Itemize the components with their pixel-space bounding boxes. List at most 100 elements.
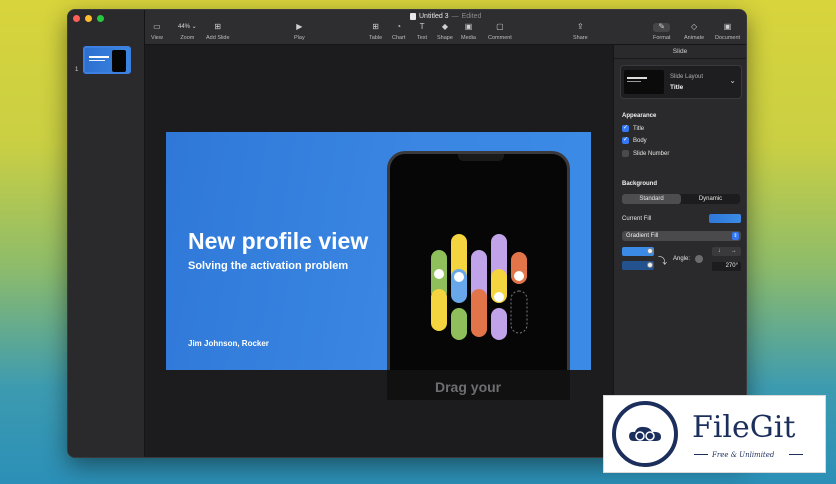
play-label: Play [294,35,305,41]
animate-button[interactable]: ◇ Animate [684,22,705,42]
comment-label: Comment [488,35,512,41]
slide-number: 1 [75,67,79,73]
table-icon: ⊞ [372,22,379,31]
title-separator: — [451,13,459,20]
slide-thumbnail[interactable] [83,46,131,74]
thumbnail-title [89,56,109,58]
gradient-end-color[interactable] [622,261,654,270]
filegit-name: FileGit [692,410,796,445]
thumbnail-phone [112,50,126,72]
zoom-button[interactable]: 44% ⌄ Zoom [178,23,197,41]
filegit-logo [612,401,678,467]
layout-thumbnail [624,70,664,94]
slide-layout-picker[interactable]: Slide Layout Title ⌄ [620,65,742,99]
media-icon: ▣ [464,22,473,31]
add-slide-label: Add Slide [206,35,230,41]
body-checkbox[interactable]: ✓ [622,137,629,144]
minimize-window-button[interactable] [85,15,92,22]
slide-subtitle[interactable]: Solving the activation problem [188,260,348,272]
logo-bar-dot [454,272,464,282]
title-checkbox[interactable]: ✓ [622,125,629,132]
body-checkbox-label: Body [633,137,647,144]
edited-status: Edited [461,13,482,20]
current-fill-well[interactable] [709,214,741,223]
close-window-button[interactable] [73,15,80,22]
cloud-icon [629,426,661,441]
color-picker-knob[interactable] [647,262,653,268]
tagline-rule-left [694,454,708,455]
share-icon: ⇪ [576,22,584,31]
play-button[interactable]: ▶ Play [294,23,305,42]
gradient-start-color[interactable] [622,247,654,256]
swap-colors-icon[interactable]: ⤵ [658,254,667,267]
table-button[interactable]: ⊞ Table [369,22,382,42]
document-icon [410,13,416,20]
color-picker-knob[interactable] [647,248,653,254]
slide[interactable]: New profile view Solving the activation … [166,132,591,370]
title-checkbox-row[interactable]: ✓ Title [622,125,644,132]
window-controls [73,15,104,22]
chevron-down-icon: ⌄ [729,76,736,85]
shape-button[interactable]: ◆ Shape [437,23,453,42]
fill-type-value: Gradient Fill [626,233,659,239]
text-icon: T [419,22,425,31]
format-button[interactable]: ✎ Format [653,23,671,42]
add-slide-icon: ⊞ [214,22,222,31]
view-button[interactable]: ▭ View [151,23,163,42]
body-checkbox-row[interactable]: ✓ Body [622,137,647,144]
tab-slide[interactable]: Slide [614,45,746,59]
background-heading: Background [622,181,658,187]
document-label: Document [715,35,741,41]
text-button[interactable]: T Text [417,22,427,42]
phone-image[interactable] [387,151,570,370]
layout-value: Title [670,84,684,91]
chart-icon: ◔ [396,22,402,31]
arrow-down-icon[interactable]: ↓ [712,247,727,256]
angle-dial[interactable] [695,255,703,263]
background-mode-control[interactable]: Standard Dynamic [622,194,740,204]
zoom-window-button[interactable] [97,15,104,22]
animate-icon: ◇ [691,22,698,31]
logo-bar [451,308,467,340]
media-button[interactable]: ▣ Media [461,22,476,42]
share-button[interactable]: ⇪ Share [573,22,588,42]
filegit-tagline: Free & Unlimited [712,451,775,459]
slide-canvas[interactable]: New profile view Solving the activation … [145,45,613,457]
current-fill-label: Current Fill [622,216,652,222]
view-label: View [151,35,163,41]
zoom-value: 44% ⌄ [178,24,197,30]
logo-bar-dot [494,292,504,302]
tagline-rule-right [789,454,803,455]
dynamic-option[interactable]: Dynamic [681,194,740,204]
slide-author[interactable]: Jim Johnson, Rocker [188,339,269,348]
document-title[interactable]: Untitled 3 [419,13,449,20]
slide-number-checkbox-row[interactable]: Slide Number [622,150,669,157]
overflow-text: Drag your [435,379,502,395]
chart-label: Chart [392,35,406,41]
slide-title[interactable]: New profile view [188,228,368,255]
media-label: Media [461,35,476,41]
angle-input[interactable]: 270° [712,262,741,271]
keynote-window: 1 Untitled 3 — Edited ▭ View 44% ⌄ Zoom … [67,9,747,458]
add-slide-button[interactable]: ⊞ Add Slide [206,22,230,42]
logo-bar [510,290,528,334]
slide-number-checkbox[interactable] [622,150,629,157]
fill-type-select[interactable]: Gradient Fill ⇕ [622,231,741,241]
toolbar: Untitled 3 — Edited ▭ View 44% ⌄ Zoom ⊞ … [145,10,746,45]
angle-label: Angle: [673,256,691,262]
zoom-label: Zoom [180,35,195,41]
animate-label: Animate [684,35,705,41]
arrow-right-icon[interactable]: → [727,247,742,256]
layout-thumbnail-title [627,77,647,79]
logo-bar-dot [514,271,524,281]
standard-option[interactable]: Standard [622,194,681,204]
comment-button[interactable]: ▢ Comment [488,23,512,42]
format-label: Format [653,35,671,41]
select-arrows-icon: ⇕ [732,232,739,240]
document-button[interactable]: ▣ Document [715,23,741,42]
layout-label: Slide Layout [670,74,704,80]
chart-button[interactable]: ◔ Chart [392,22,406,42]
layout-thumbnail-subtitle [627,81,641,82]
thumbnail-subtitle [89,60,105,61]
slide-number-checkbox-label: Slide Number [633,150,670,157]
